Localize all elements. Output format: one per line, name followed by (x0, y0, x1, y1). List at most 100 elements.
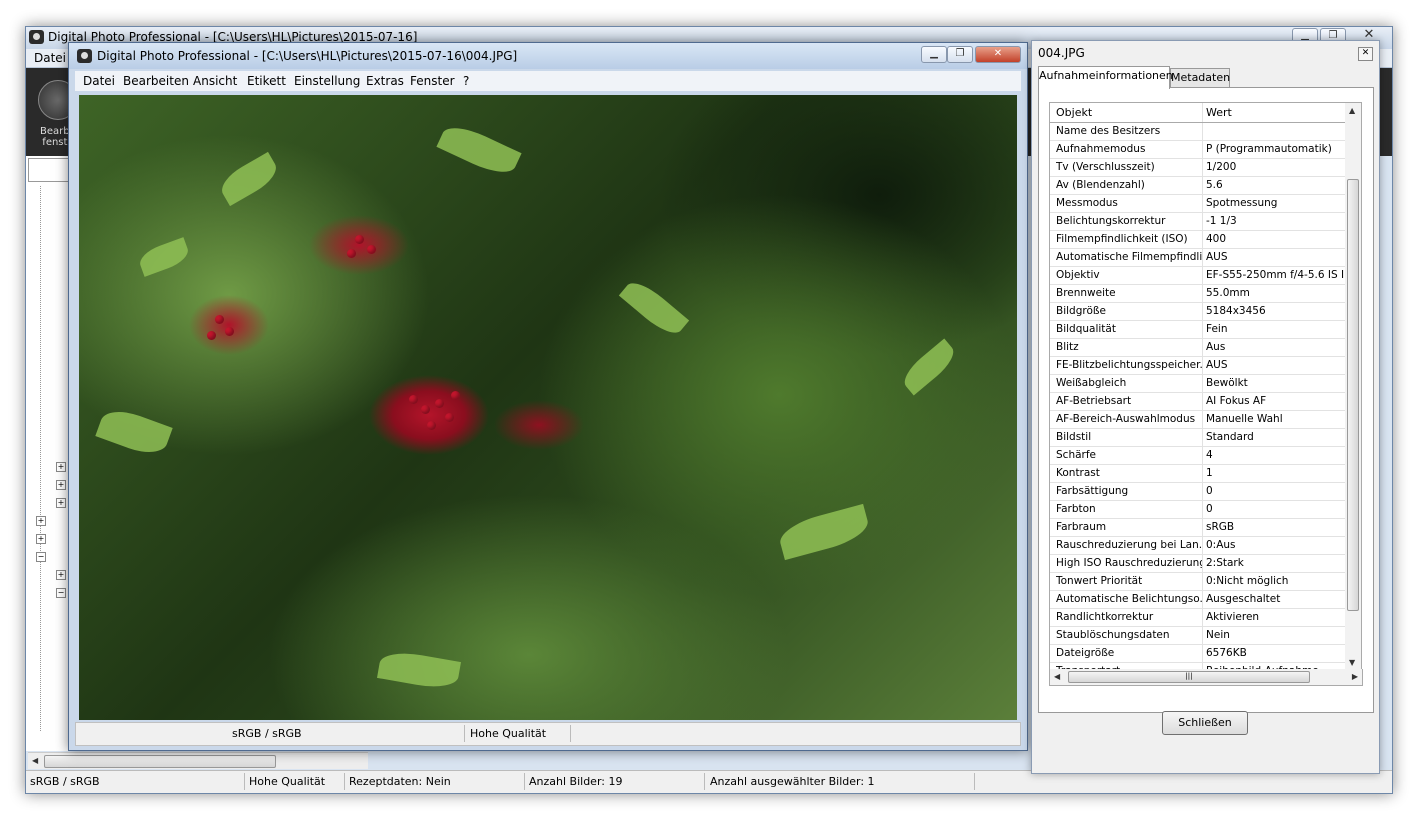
folder-path-box[interactable] (28, 158, 70, 182)
row-object: Name des Besitzers (1056, 125, 1161, 137)
menu-bearbeiten[interactable]: Bearbeiten (123, 74, 189, 88)
table-row[interactable]: Belichtungskorrektur -1 1/3 (1050, 213, 1346, 231)
expand-icon[interactable]: + (36, 516, 46, 526)
menu-fenster[interactable]: Fenster (410, 74, 455, 88)
table-row[interactable]: Av (Blendenzahl) 5.6 (1050, 177, 1346, 195)
scroll-left-icon[interactable]: ◀ (1054, 672, 1060, 681)
table-row[interactable]: Tv (Verschlusszeit) 1/200 (1050, 159, 1346, 177)
folder-tree-pane: + + + + + − + − (26, 156, 72, 751)
table-row[interactable]: Tonwert Priorität 0:Nicht möglich (1050, 573, 1346, 591)
table-row[interactable]: FE-Blitzbelichtungsspeicher... AUS (1050, 357, 1346, 375)
row-value: 0 (1206, 485, 1213, 497)
column-header-value[interactable]: Wert (1206, 106, 1232, 119)
photo-berry (421, 405, 430, 414)
tab-metadata[interactable]: Metadaten (1170, 68, 1230, 88)
table-row[interactable]: Aufnahmemodus P (Programmautomatik) (1050, 141, 1346, 159)
row-value: Aktivieren (1206, 611, 1260, 623)
table-row[interactable]: Name des Besitzers (1050, 123, 1346, 141)
row-object: AF-Betriebsart (1056, 395, 1132, 407)
status-separator (974, 773, 975, 790)
column-divider (1202, 321, 1203, 338)
table-row[interactable]: Schärfe 4 (1050, 447, 1346, 465)
table-row[interactable]: Staublöschungsdaten Nein (1050, 627, 1346, 645)
row-value: 1/200 (1206, 161, 1237, 173)
row-value: AI Fokus AF (1206, 395, 1267, 407)
image-menu-bar: Datei Bearbeiten Ansicht Etikett Einstel… (75, 71, 1021, 91)
close-button[interactable]: Schließen (1162, 711, 1248, 735)
menu-datei[interactable]: Datei (83, 74, 115, 88)
scroll-up-icon[interactable]: ▲ (1349, 106, 1355, 115)
menu-einstellung[interactable]: Einstellung (294, 74, 360, 88)
image-title-bar[interactable]: Digital Photo Professional - [C:\Users\H… (69, 43, 1027, 69)
row-object: Automatische Filmempfindli... (1056, 251, 1202, 263)
scroll-thumb[interactable] (1347, 179, 1359, 611)
photo-leaf (436, 119, 522, 181)
row-value: 6576KB (1206, 647, 1247, 659)
column-divider (1202, 267, 1203, 284)
table-row[interactable]: Blitz Aus (1050, 339, 1346, 357)
column-divider (1202, 375, 1203, 392)
table-row[interactable]: Objektiv EF-S55-250mm f/4-5.6 IS II (1050, 267, 1346, 285)
camera-app-icon (29, 30, 44, 44)
row-object: Farbraum (1056, 521, 1107, 533)
table-row[interactable]: Brennweite 55.0mm (1050, 285, 1346, 303)
status-color-space: sRGB / sRGB (30, 775, 100, 788)
row-value: Nein (1206, 629, 1230, 641)
close-icon[interactable]: ✕ (1358, 47, 1373, 61)
close-icon[interactable]: ✕ (975, 46, 1021, 63)
table-row[interactable]: Kontrast 1 (1050, 465, 1346, 483)
table-row[interactable]: Farbraum sRGB (1050, 519, 1346, 537)
column-header-object[interactable]: Objekt (1056, 106, 1092, 119)
menu-help[interactable]: ? (463, 74, 469, 88)
row-value: -1 1/3 (1206, 215, 1237, 227)
table-row[interactable]: Weißabgleich Bewölkt (1050, 375, 1346, 393)
table-row[interactable]: Rauschreduzierung bei Lan... 0:Aus (1050, 537, 1346, 555)
row-value: 400 (1206, 233, 1227, 245)
table-row[interactable]: Messmodus Spotmessung (1050, 195, 1346, 213)
info-grid: Objekt Wert Name des Besitzers Aufnahmemo… (1049, 102, 1347, 671)
menu-etikett[interactable]: Etikett (247, 74, 286, 88)
collapse-icon[interactable]: − (36, 552, 46, 562)
column-divider (1202, 159, 1203, 176)
row-value: Bewölkt (1206, 377, 1248, 389)
expand-icon[interactable]: + (56, 570, 66, 580)
row-object: Schärfe (1056, 449, 1097, 461)
table-row[interactable]: Bildqualität Fein (1050, 321, 1346, 339)
table-row[interactable]: Automatische Filmempfindli... AUS (1050, 249, 1346, 267)
scroll-thumb[interactable] (44, 755, 276, 768)
table-row[interactable]: Farbton 0 (1050, 501, 1346, 519)
grid-horizontal-scrollbar[interactable]: ◀ ||| ▶ (1049, 669, 1363, 686)
table-row[interactable]: AF-Betriebsart AI Fokus AF (1050, 393, 1346, 411)
menu-ansicht[interactable]: Ansicht (193, 74, 237, 88)
table-row[interactable]: Automatische Belichtungso... Ausgeschalte… (1050, 591, 1346, 609)
expand-icon[interactable]: + (56, 498, 66, 508)
row-object: Blitz (1056, 341, 1079, 353)
table-row[interactable]: AF-Bereich-Auswahlmodus Manuelle Wahl (1050, 411, 1346, 429)
scroll-right-icon[interactable]: ▶ (1352, 672, 1358, 681)
minimize-icon[interactable]: ▁ (921, 46, 947, 63)
tab-shooting-info[interactable]: Aufnahmeinformationen (1038, 66, 1173, 89)
photo-berry (347, 249, 356, 258)
grid-vertical-scrollbar[interactable]: ▲ ▼ (1345, 102, 1362, 671)
menu-datei[interactable]: Datei (34, 51, 66, 65)
table-row[interactable]: Dateigröße 6576KB (1050, 645, 1346, 663)
scroll-down-icon[interactable]: ▼ (1349, 658, 1355, 667)
table-row[interactable]: Farbsättigung 0 (1050, 483, 1346, 501)
row-value: Ausgeschaltet (1206, 593, 1281, 605)
expand-icon[interactable]: + (56, 462, 66, 472)
row-object: Weißabgleich (1056, 377, 1127, 389)
table-row[interactable]: Bildstil Standard (1050, 429, 1346, 447)
menu-extras[interactable]: Extras (366, 74, 404, 88)
table-row[interactable]: Randlichtkorrektur Aktivieren (1050, 609, 1346, 627)
table-row[interactable]: Filmempfindlichkeit (ISO) 400 (1050, 231, 1346, 249)
table-row[interactable]: Bildgröße 5184x3456 (1050, 303, 1346, 321)
photo-view[interactable] (79, 95, 1017, 720)
expand-icon[interactable]: + (56, 480, 66, 490)
scroll-thumb[interactable]: ||| (1068, 671, 1310, 683)
collapse-icon[interactable]: − (56, 588, 66, 598)
scroll-left-icon[interactable]: ◀ (32, 756, 38, 765)
table-row[interactable]: High ISO Rauschreduzierung 2:Stark (1050, 555, 1346, 573)
restore-icon[interactable]: ❐ (947, 46, 973, 63)
expand-icon[interactable]: + (36, 534, 46, 544)
tree-horizontal-scrollbar[interactable]: ◀ (28, 752, 368, 769)
